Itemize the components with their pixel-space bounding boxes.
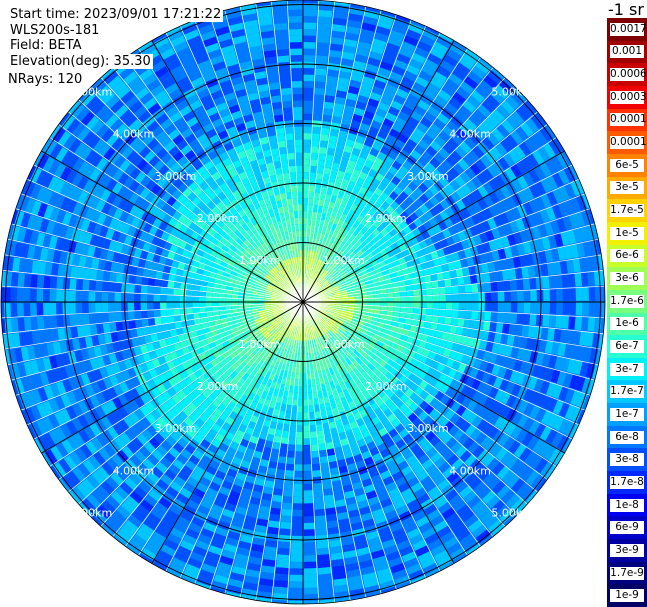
colorbar-tick-label: 1.7e-5	[610, 204, 644, 218]
range-ring-label: 4.00km	[113, 128, 155, 141]
colorbar-tick-label: 6e-9	[610, 521, 644, 535]
ppi-scan-plot: 1.00km 1.00km 1.00km 1.00km 2.00km 2.00km 2.00…	[0, 0, 606, 605]
colorbar-unit-label: -1 sr	[608, 0, 644, 19]
colorbar-tick-label: 1e-5	[610, 226, 644, 240]
range-ring-label: 4.00km	[113, 464, 155, 477]
colorbar-tick-label: 6e-6	[610, 249, 644, 263]
colorbar-tick-label: 0.0003	[610, 90, 647, 104]
colorbar-tick-label: 1.7e-9	[610, 566, 644, 580]
colorbar-tick-label: 1.7e-8	[610, 475, 644, 489]
range-ring-label: 3.00km	[407, 170, 449, 183]
colorbar-tick-label: 0.0017	[610, 22, 647, 36]
colorbar-tick-label: 3e-5	[610, 181, 644, 195]
range-ring-label: 5.00km	[71, 506, 113, 519]
colorbar-tick-label: 1.7e-7	[610, 385, 644, 399]
colorbar-tick-label: 6e-5	[610, 158, 644, 172]
colorbar-tick-label: 3e-7	[610, 362, 644, 376]
range-ring-label: 2.00km	[197, 212, 239, 225]
field-text: Field: BETA	[8, 38, 84, 53]
colorbar: 0.0017 0.001 0.0006 0.0003 0.00017 0.0001 6e-5…	[607, 18, 647, 607]
start-time-text: Start time: 2023/09/01 17:21:22	[8, 7, 224, 22]
range-ring-label: 2.00km	[365, 380, 407, 393]
range-ring-label: 4.00km	[449, 128, 491, 141]
colorbar-tick-label: 1.7e-6	[610, 294, 644, 308]
colorbar-tick-label: 3e-9	[610, 543, 644, 557]
range-ring-label: 1.00km	[323, 254, 365, 267]
station-name-text: WLS200s-181	[8, 23, 102, 38]
colorbar-tick-label: 6e-7	[610, 339, 644, 353]
range-ring-label: 4.00km	[449, 464, 491, 477]
colorbar-tick-label: 0.0006	[610, 68, 647, 82]
colorbar-tick-label: 1e-6	[610, 317, 644, 331]
colorbar-tick-label: 0.001	[610, 45, 644, 59]
range-ring-label: 3.00km	[155, 422, 197, 435]
colorbar-tick-label: 3e-8	[610, 453, 644, 467]
colorbar-tick-label: 0.00017	[610, 113, 647, 127]
colorbar-tick-label: 1e-7	[610, 407, 644, 421]
range-ring-label: 2.00km	[197, 380, 239, 393]
range-ring-label: 5.00km	[491, 86, 533, 99]
range-ring-label: 3.00km	[155, 170, 197, 183]
range-ring-label: 5.00km	[71, 86, 113, 99]
range-ring-label: 2.00km	[365, 212, 407, 225]
elevation-text: Elevation(deg): 35.30	[8, 54, 153, 69]
colorbar-tick-label: 1e-9	[610, 589, 644, 603]
range-ring-label: 1.00km	[323, 338, 365, 351]
colorbar-tick-label: 3e-6	[610, 272, 644, 286]
colorbar-tick-label: 6e-8	[610, 430, 644, 444]
range-ring-label: 1.00km	[239, 254, 281, 267]
range-ring-label: 5.00km	[491, 506, 533, 519]
nrays-text: NRays: 120	[8, 72, 83, 87]
colorbar-tick-label: 1e-8	[610, 498, 644, 512]
range-ring-label: 1.00km	[239, 338, 281, 351]
colorbar-tick-label: 0.0001	[610, 136, 647, 150]
range-ring-label: 3.00km	[407, 422, 449, 435]
